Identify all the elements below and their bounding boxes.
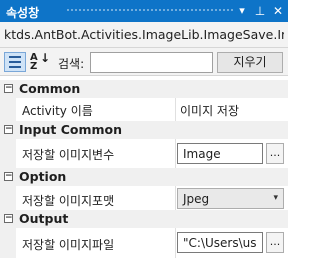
property-name: 저장할 이미지변수 [22,148,115,162]
property-row-activity-name[interactable]: Activity 이름 이미지 저장 [0,98,288,121]
property-name: 저장할 이미지포맷 [22,194,115,208]
collapse-icon[interactable]: − [4,125,13,134]
category-label: Input Common [19,122,123,137]
property-value: Jpeg [183,192,210,206]
property-row-image-format[interactable]: 저장할 이미지포맷 Jpeg ▾ [0,186,288,212]
category-label: Option [19,169,67,184]
panel-title: 속성창 [6,6,40,20]
image-file-browse-button[interactable]: ... [266,232,284,253]
category-label: Output [19,211,69,226]
column-divider[interactable] [175,228,176,258]
chevron-down-icon: ▾ [273,193,278,203]
categorized-view-button[interactable] [4,52,26,72]
categorized-icon [9,56,21,58]
collapse-icon[interactable]: − [4,172,13,181]
sort-z-glyph: Z [30,61,38,72]
category-input-common[interactable]: − Input Common [0,121,288,139]
property-value[interactable]: 이미지 저장 [180,102,239,119]
clear-search-button[interactable]: 지우기 [217,52,283,73]
categorized-icon-bar [9,61,21,63]
image-variable-field[interactable]: Image [177,143,263,164]
property-row-image-variable[interactable]: 저장할 이미지변수 Image ... [0,139,288,168]
column-divider[interactable] [175,139,176,168]
collapse-icon[interactable]: − [4,214,13,223]
property-value: "C:\Users\us [183,236,257,250]
row-gutter [0,186,16,212]
panel-titlebar: 속성창 ▾ ⊥ ✕ [0,0,288,22]
row-gutter [0,139,16,168]
search-label: 검색: [58,57,85,71]
image-file-field[interactable]: "C:\Users\us [177,232,263,253]
category-label: Common [19,81,81,96]
property-name: Activity 이름 [22,104,93,118]
property-row-image-file[interactable]: 저장할 이미지파일 "C:\Users\us ... [0,228,288,258]
property-name: 저장할 이미지파일 [22,238,115,252]
search-input[interactable] [90,52,213,73]
category-output[interactable]: − Output [0,210,288,228]
column-divider[interactable] [175,98,176,121]
alphabetical-sort-button[interactable]: A Z ↓ [27,51,51,72]
property-toolbar: A Z ↓ 검색: 지우기 [0,48,288,76]
object-path-text: ktds.AntBot.Activities.ImageLib.ImageSav… [4,27,284,42]
categorized-icon-bar [9,66,21,68]
column-divider[interactable] [175,186,176,212]
category-option[interactable]: − Option [0,168,288,186]
panel-menu-dropdown-icon[interactable]: ▾ [234,3,250,19]
pin-icon[interactable]: ⊥ [252,3,268,19]
property-value: Image [183,147,221,161]
image-variable-browse-button[interactable]: ... [266,143,284,164]
sort-arrow-icon: ↓ [40,51,51,65]
image-format-dropdown[interactable]: Jpeg ▾ [177,188,284,209]
category-common[interactable]: − Common [0,80,288,98]
collapse-icon[interactable]: − [4,84,13,93]
selected-object-path: ktds.AntBot.Activities.ImageLib.ImageSav… [0,22,288,48]
close-icon[interactable]: ✕ [270,3,286,19]
titlebar-grip[interactable] [66,8,234,13]
row-gutter [0,228,16,258]
property-grid: − Common Activity 이름 이미지 저장 − Input Comm… [0,77,288,265]
row-gutter [0,98,16,121]
